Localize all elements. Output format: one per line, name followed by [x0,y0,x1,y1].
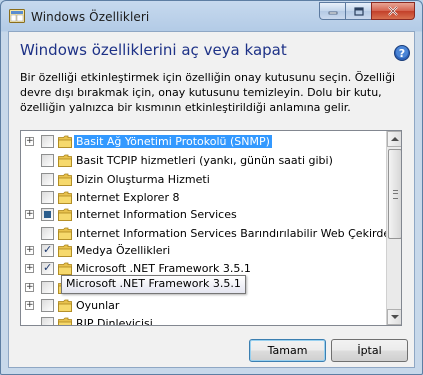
close-icon [388,6,398,16]
feature-label: Internet Information Services [76,208,237,221]
header-area: Windows özelliklerini aç veya kapat [9,32,414,60]
feature-label: RIP Dinleyicisi [76,317,153,326]
folder-icon [58,154,72,167]
windows-features-icon [9,9,25,23]
folder-icon [58,317,72,325]
expand-icon[interactable]: + [25,283,34,292]
tooltip: Microsoft .NET Framework 3.5.1 [61,275,246,294]
feature-checkbox[interactable] [41,154,54,167]
feature-checkbox[interactable] [41,261,54,275]
feature-row[interactable]: Dizin Oluşturma Hizmeti [21,171,385,189]
feature-checkbox[interactable] [41,135,54,148]
description-text: Bir özelliği etkinleştirmek için özelliğ… [20,71,396,114]
scroll-thumb[interactable] [388,149,401,239]
scroll-grip-icon [393,190,398,199]
feature-checkbox[interactable] [41,208,54,221]
feature-checkbox[interactable] [41,173,54,186]
feature-label: Basit Ağ Yönetimi Protokolü (SNMP) [74,135,272,148]
maximize-button[interactable] [345,2,371,20]
scroll-up-button[interactable] [387,131,401,147]
feature-checkbox[interactable] [41,299,54,312]
ok-button[interactable]: Tamam [249,339,326,362]
vertical-scrollbar[interactable] [386,131,401,325]
feature-label: Microsoft .NET Framework 3.5.1 [76,262,251,275]
folder-icon [58,227,72,240]
close-button[interactable] [371,2,415,20]
folder-icon [58,208,72,221]
folder-icon [58,244,72,257]
feature-label: Internet Information Services Barındırıl… [76,227,401,240]
minimize-button[interactable] [319,2,345,20]
feature-row[interactable]: Basit TCPIP hizmetleri (yankı, günün saa… [21,152,385,170]
expand-icon[interactable]: + [25,246,34,255]
feature-checkbox[interactable] [41,191,54,204]
title-bar[interactable]: Windows Özellikleri [1,1,422,31]
folder-icon [58,191,72,204]
feature-row[interactable]: Internet Information Services Barındırıl… [21,225,400,243]
dialog-body: Windows özelliklerini aç veya kapat ? Bi… [8,31,415,368]
maximize-icon [353,6,364,16]
folder-icon [58,299,72,312]
feature-checkbox[interactable] [41,281,54,294]
feature-checkbox[interactable] [41,317,54,325]
feature-checkbox[interactable] [41,227,54,240]
feature-row[interactable]: + Oyunlar [21,297,385,315]
feature-label: Basit TCPIP hizmetleri (yankı, günün saa… [76,154,333,167]
expand-icon[interactable]: + [25,210,34,219]
scroll-down-arrow-icon [391,315,399,319]
feature-label: Internet Explorer 8 [76,191,180,204]
feature-label: Medya Özellikleri [76,244,171,257]
feature-label: Oyunlar [76,299,120,312]
expand-icon[interactable]: + [25,137,34,146]
page-heading: Windows özelliklerini aç veya kapat [20,41,287,59]
feature-row[interactable]: + Medya Özellikleri [21,242,385,260]
expand-icon[interactable]: + [25,264,34,273]
minimize-icon [328,11,337,15]
features-tree[interactable]: + Basit Ağ Yönetimi Protokolü (SNMP) Basit… [20,130,402,326]
folder-icon [58,135,72,148]
expand-icon[interactable]: + [25,301,34,310]
feature-label: Dizin Oluşturma Hizmeti [76,173,210,186]
help-icon[interactable]: ? [394,45,410,61]
feature-row[interactable]: + Basit Ağ Yönetimi Protokolü (SNMP) [21,133,385,151]
cancel-button[interactable]: İptal [331,339,408,362]
scroll-down-button[interactable] [387,309,401,325]
windows-features-dialog: Windows Özellikleri Windows özelliklerin… [0,0,423,375]
feature-row[interactable]: RIP Dinleyicisi [21,315,385,326]
feature-checkbox[interactable] [41,243,54,257]
caption-buttons [319,2,415,20]
feature-row[interactable]: + Internet Information Services [21,206,385,224]
feature-row[interactable]: Internet Explorer 8 [21,189,385,207]
window-title: Windows Özellikleri [31,10,150,24]
scroll-up-arrow-icon [391,137,399,141]
folder-icon [58,173,72,186]
folder-icon [58,262,72,275]
svg-text:?: ? [399,47,405,60]
